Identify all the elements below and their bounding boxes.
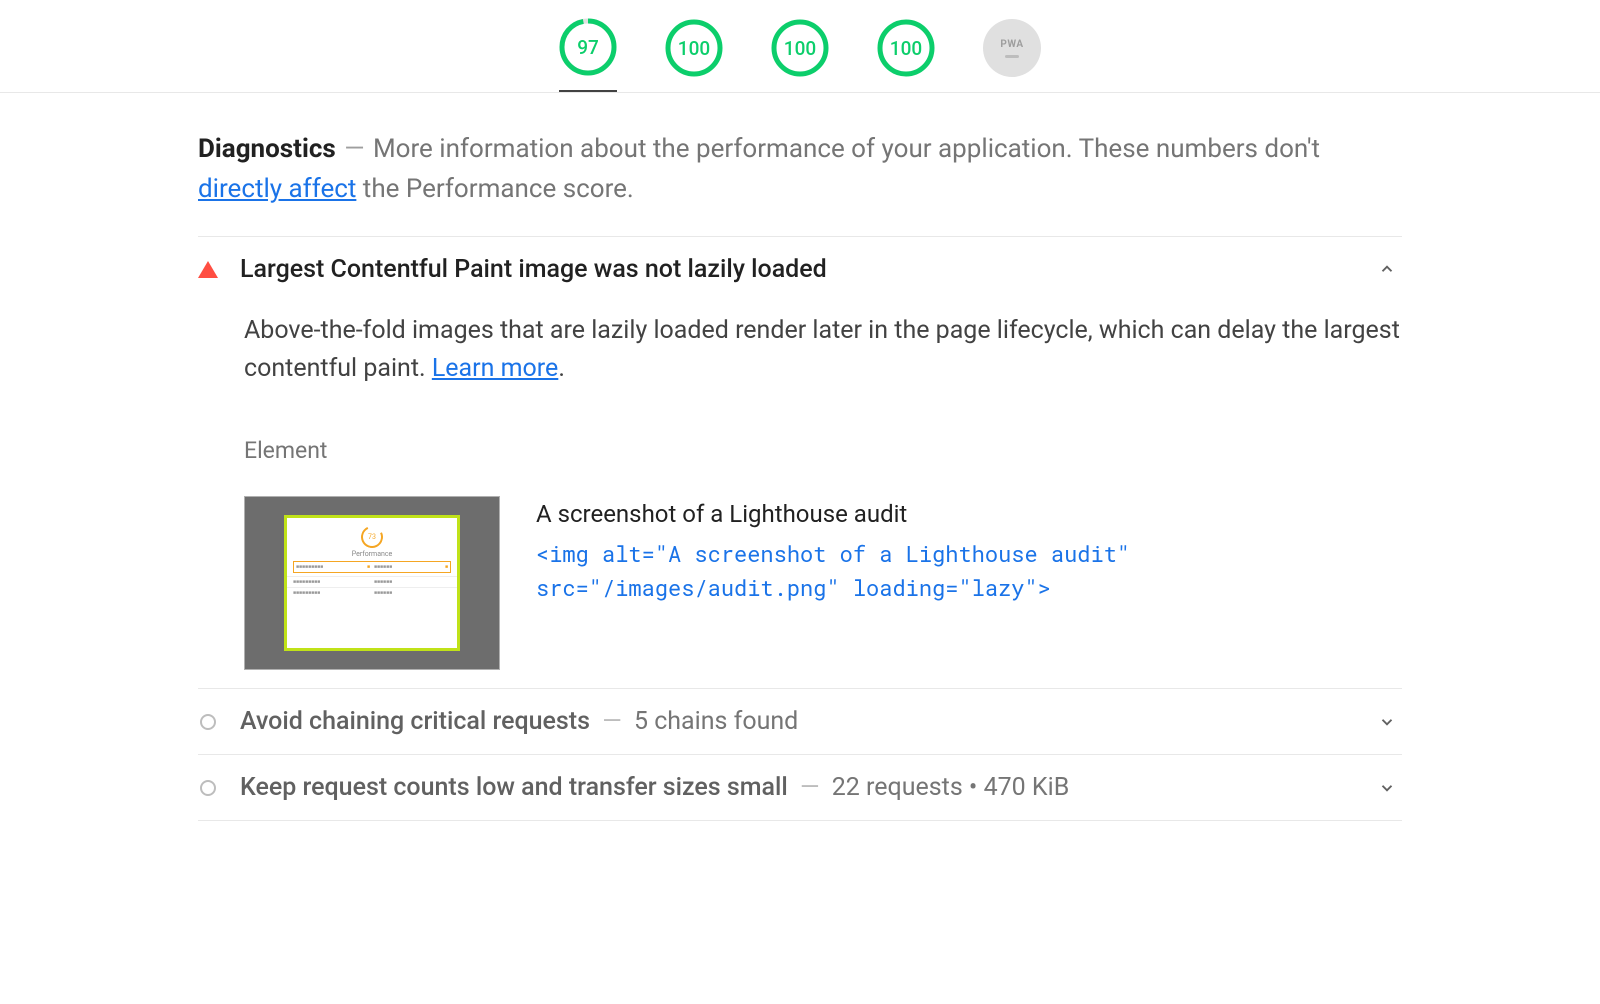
audit-request-counts: Keep request counts low and transfer siz… bbox=[198, 754, 1402, 821]
score-value: 100 bbox=[665, 19, 723, 77]
directly-affect-link[interactable]: directly affect bbox=[198, 174, 356, 204]
section-header: Diagnostics — More information about the… bbox=[198, 129, 1402, 210]
section-description-2: the Performance score. bbox=[356, 174, 633, 204]
score-gauge-best-practices[interactable]: 100 bbox=[771, 19, 829, 77]
audit-header[interactable]: Avoid chaining critical requests — 5 cha… bbox=[198, 707, 1402, 736]
audit-meta: 22 requests • 470 KiB bbox=[832, 773, 1070, 802]
diagnostics-section: Diagnostics — More information about the… bbox=[170, 93, 1430, 821]
element-thumbnail: 73 Performance ■■■■■■■■■■■■■■■■■ ■■■■■■■… bbox=[244, 496, 500, 670]
section-description-1: More information about the performance o… bbox=[373, 134, 1320, 164]
audit-description: Above-the-fold images that are lazily lo… bbox=[244, 312, 1402, 390]
audit-list: Largest Contentful Paint image was not l… bbox=[198, 236, 1402, 822]
chevron-up-icon bbox=[1378, 260, 1402, 278]
audit-title: Largest Contentful Paint image was not l… bbox=[240, 255, 827, 284]
audit-header[interactable]: Largest Contentful Paint image was not l… bbox=[198, 255, 1402, 284]
pwa-dash-icon bbox=[1005, 55, 1019, 58]
score-gauge-pwa[interactable]: PWA bbox=[983, 19, 1041, 77]
element-alt-text: A screenshot of a Lighthouse audit bbox=[536, 496, 1402, 533]
audit-header[interactable]: Keep request counts low and transfer siz… bbox=[198, 773, 1402, 802]
element-text: A screenshot of a Lighthouse audit <img … bbox=[536, 496, 1402, 605]
pwa-label: PWA bbox=[1000, 39, 1023, 50]
info-circle-icon bbox=[198, 780, 218, 796]
element-code-snippet: <img alt="A screenshot of a Lighthouse a… bbox=[536, 537, 1402, 605]
warning-triangle-icon bbox=[198, 261, 218, 278]
score-value: 97 bbox=[559, 18, 617, 76]
element-details: 73 Performance ■■■■■■■■■■■■■■■■■ ■■■■■■■… bbox=[244, 496, 1402, 670]
info-circle-icon bbox=[198, 714, 218, 730]
score-value: 100 bbox=[771, 19, 829, 77]
audit-title: Keep request counts low and transfer siz… bbox=[240, 773, 1069, 802]
score-gauge-performance[interactable]: 97 bbox=[559, 18, 617, 92]
chevron-down-icon bbox=[1378, 779, 1402, 797]
learn-more-link[interactable]: Learn more bbox=[432, 354, 558, 383]
score-gauge-accessibility[interactable]: 100 bbox=[665, 19, 723, 77]
audit-critical-chains: Avoid chaining critical requests — 5 cha… bbox=[198, 688, 1402, 754]
chevron-down-icon bbox=[1378, 713, 1402, 731]
audit-meta: 5 chains found bbox=[634, 707, 798, 736]
score-value: 100 bbox=[877, 19, 935, 77]
score-header: 97 100 100 100 PWA bbox=[0, 0, 1600, 93]
score-gauge-seo[interactable]: 100 bbox=[877, 19, 935, 77]
element-label: Element bbox=[244, 437, 1402, 464]
audit-lcp-lazy-load: Largest Contentful Paint image was not l… bbox=[198, 236, 1402, 689]
audit-body: Above-the-fold images that are lazily lo… bbox=[198, 284, 1402, 671]
audit-title: Avoid chaining critical requests — 5 cha… bbox=[240, 707, 798, 736]
section-title: Diagnostics bbox=[198, 134, 336, 164]
